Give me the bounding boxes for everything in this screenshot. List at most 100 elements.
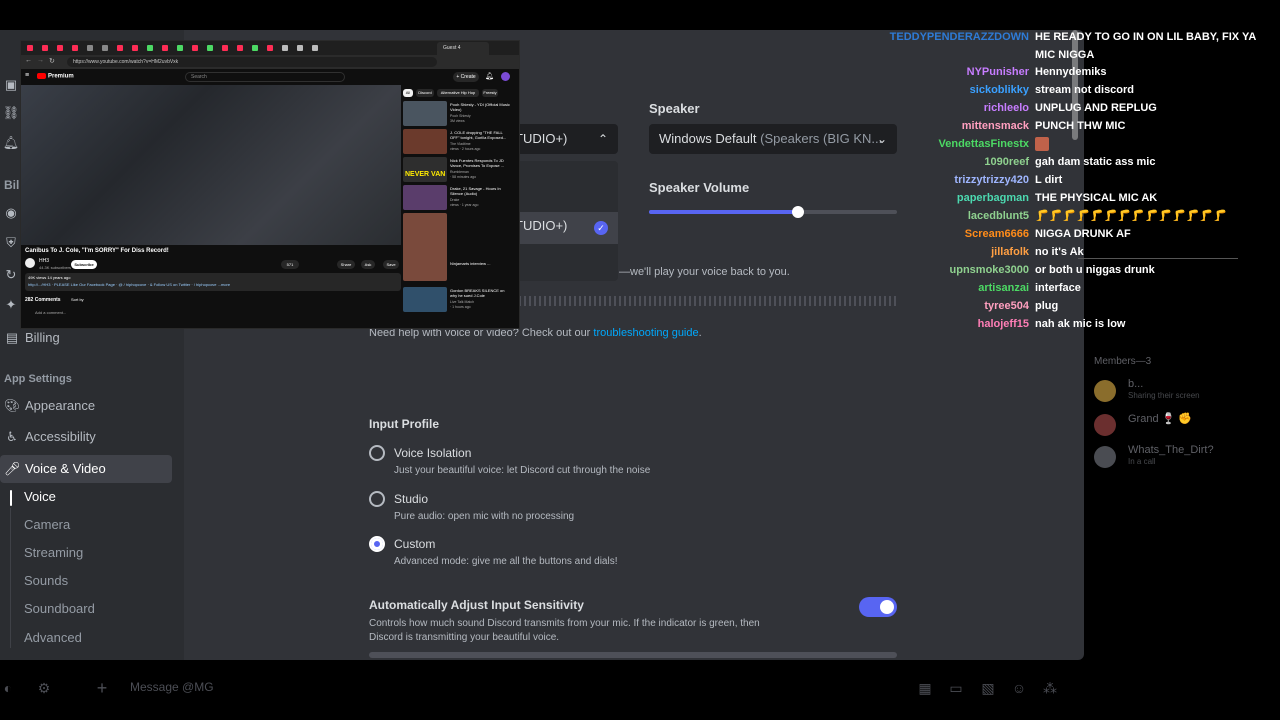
- chat-username[interactable]: lacedblunt5: [968, 207, 1029, 225]
- video-thumbnail[interactable]: [403, 185, 447, 210]
- browser-tab-favicon[interactable]: [297, 45, 303, 51]
- recommendation-item[interactable]: J. COLE dropping "THE FALL OFF" tonight,…: [403, 129, 519, 155]
- recommendation-item[interactable]: Pooh Shiesty - YDI (Official Music Video…: [403, 101, 519, 127]
- share-button[interactable]: Share: [337, 260, 355, 269]
- browser-tab-favicon[interactable]: [72, 45, 78, 51]
- recommendation-title[interactable]: J. COLE dropping "THE FALL OFF" tonight,…: [450, 130, 510, 140]
- recommendation-title[interactable]: Ninjamarts interview ...: [450, 261, 510, 266]
- chat-username[interactable]: VendettasFinestx: [939, 135, 1029, 153]
- chat-username[interactable]: mittensmack: [962, 117, 1029, 135]
- headset-icon[interactable]: ◐: [0, 680, 16, 696]
- recommendation-item[interactable]: Ninjamarts interview ...: [403, 213, 519, 283]
- recommendation-item[interactable]: Drake, 21 Savage - Hours In Silence (Aud…: [403, 185, 519, 211]
- emoji-icon[interactable]: ☺: [1011, 680, 1027, 696]
- ask-button[interactable]: Ask: [361, 260, 375, 269]
- member-item[interactable]: Whats_The_Dirt? In a call: [1094, 444, 1244, 470]
- chat-username[interactable]: 1090reef: [984, 153, 1029, 171]
- create-button[interactable]: + Create: [453, 72, 479, 82]
- recommendation-item[interactable]: NEVER VAN Nick Fuentes Responds To JD Van…: [403, 157, 519, 183]
- sort-button[interactable]: Sort by: [71, 297, 84, 302]
- browser-tab-favicon[interactable]: [177, 45, 183, 51]
- gift-icon[interactable]: ✦: [2, 296, 20, 314]
- chip-alt-hiphop[interactable]: Alternative Hip Hop: [437, 89, 479, 97]
- chat-username[interactable]: NYPunisher: [967, 63, 1029, 81]
- chip-freestyle[interactable]: Freesty: [482, 89, 498, 97]
- save-button[interactable]: Save: [383, 260, 399, 269]
- server-icon[interactable]: ▣: [2, 76, 20, 94]
- video-player[interactable]: [21, 85, 401, 245]
- subnav-voice[interactable]: Voice: [24, 486, 56, 508]
- browser-tab-favicon[interactable]: [147, 45, 153, 51]
- youtube-logo[interactable]: Premium: [37, 73, 74, 80]
- chat-username[interactable]: paperbagman: [957, 189, 1029, 207]
- browser-tab-favicon[interactable]: [87, 45, 93, 51]
- subnav-sounds[interactable]: Sounds: [24, 570, 68, 592]
- subnav-camera[interactable]: Camera: [24, 514, 70, 536]
- subnav-soundboard[interactable]: Soundboard: [24, 598, 95, 620]
- browser-tab-favicon[interactable]: [252, 45, 258, 51]
- chat-username[interactable]: tyree504: [984, 297, 1029, 315]
- recommendation-title[interactable]: Drake, 21 Savage - Hours In Silence (Aud…: [450, 186, 510, 196]
- member-item[interactable]: b... Sharing their screen: [1094, 378, 1244, 404]
- recommendation-title[interactable]: Gordon BREAKS SILENCE on why he sued J.C…: [450, 288, 510, 298]
- message-input[interactable]: Message @MG: [130, 680, 214, 694]
- refresh-icon[interactable]: ↻: [2, 266, 20, 284]
- browser-tab-favicon[interactable]: [312, 45, 318, 51]
- browser-tab-favicon[interactable]: [27, 45, 33, 51]
- sidebar-item-voice-video[interactable]: 🎤︎ Voice & Video: [0, 455, 172, 483]
- menu-icon[interactable]: ≡: [25, 72, 29, 79]
- chat-username[interactable]: Scream6666: [965, 225, 1029, 243]
- gift-icon[interactable]: ▦: [917, 680, 933, 696]
- subnav-streaming[interactable]: Streaming: [24, 542, 83, 564]
- forward-icon[interactable]: →: [37, 57, 44, 64]
- description-box[interactable]: 49K views 14 years ago http://.../HH3 · …: [25, 273, 401, 291]
- bell-icon[interactable]: 🔔︎: [485, 72, 494, 80]
- chat-username[interactable]: trizzytrizzy420: [954, 171, 1029, 189]
- channel-name[interactable]: HH3: [39, 258, 49, 264]
- recommendation-title[interactable]: Nick Fuentes Responds To JD Vance, Promi…: [450, 158, 510, 168]
- browser-tab-favicon[interactable]: [282, 45, 288, 51]
- browser-tab-favicon[interactable]: [132, 45, 138, 51]
- chip-all[interactable]: All: [403, 89, 413, 97]
- browser-tab-favicon[interactable]: [222, 45, 228, 51]
- browser-tab-favicon[interactable]: [102, 45, 108, 51]
- sticker-icon[interactable]: ▧: [980, 680, 996, 696]
- add-comment-input[interactable]: Add a comment...: [35, 310, 66, 315]
- subscribe-button[interactable]: Subscribe: [71, 260, 97, 269]
- browser-tab-favicon[interactable]: [267, 45, 273, 51]
- link-icon[interactable]: ⛓: [2, 104, 20, 122]
- slider-handle[interactable]: [791, 206, 804, 218]
- chat-username[interactable]: halojeff15: [978, 315, 1029, 333]
- radio-voice-isolation[interactable]: [369, 445, 385, 461]
- back-icon[interactable]: ←: [25, 57, 32, 64]
- browser-tab-favicon[interactable]: [207, 45, 213, 51]
- eye-icon[interactable]: ◉: [2, 204, 20, 222]
- input-device-dropdown[interactable]: TUDIO+) ⌃: [505, 124, 618, 154]
- sidebar-item-accessibility[interactable]: ♿︎ Accessibility: [0, 423, 172, 451]
- bell-icon[interactable]: 🔔︎: [2, 134, 20, 152]
- browser-tab-favicon[interactable]: [192, 45, 198, 51]
- chat-username[interactable]: upnsmoke3000: [950, 261, 1029, 279]
- chat-username[interactable]: sickoblikky: [970, 81, 1029, 99]
- input-device-menu-selected[interactable]: TUDIO+) ✓: [505, 212, 618, 244]
- speaker-dropdown[interactable]: Windows Default (Speakers (BIG KN... ⌄: [649, 124, 897, 154]
- recommendation-title[interactable]: Pooh Shiesty - YDI (Official Music Video…: [450, 102, 510, 112]
- video-thumbnail[interactable]: [403, 101, 447, 126]
- browser-tab-favicon[interactable]: [57, 45, 63, 51]
- subnav-advanced[interactable]: Advanced: [24, 627, 82, 649]
- shield-icon[interactable]: ⛨: [2, 234, 20, 252]
- browser-tab-favicon[interactable]: [117, 45, 123, 51]
- chat-username[interactable]: richleelo: [984, 99, 1029, 117]
- avatar[interactable]: [501, 72, 510, 81]
- member-item[interactable]: Grand 🍷 ✊: [1094, 412, 1244, 438]
- recommendation-item[interactable]: Gordon BREAKS SILENCE on why he sued J.C…: [403, 287, 519, 313]
- speaker-volume-slider[interactable]: [649, 206, 897, 218]
- radio-studio[interactable]: [369, 491, 385, 507]
- content-scrollbar[interactable]: [369, 652, 897, 658]
- video-thumbnail[interactable]: NEVER VAN: [403, 157, 447, 182]
- apps-icon[interactable]: ⁂: [1042, 680, 1058, 696]
- browser-tab-favicon[interactable]: [42, 45, 48, 51]
- channel-avatar[interactable]: [25, 258, 35, 268]
- chat-username[interactable]: TEDDYPENDERAZZDOWN: [890, 28, 1029, 46]
- chip-discord[interactable]: Discord: [416, 89, 434, 97]
